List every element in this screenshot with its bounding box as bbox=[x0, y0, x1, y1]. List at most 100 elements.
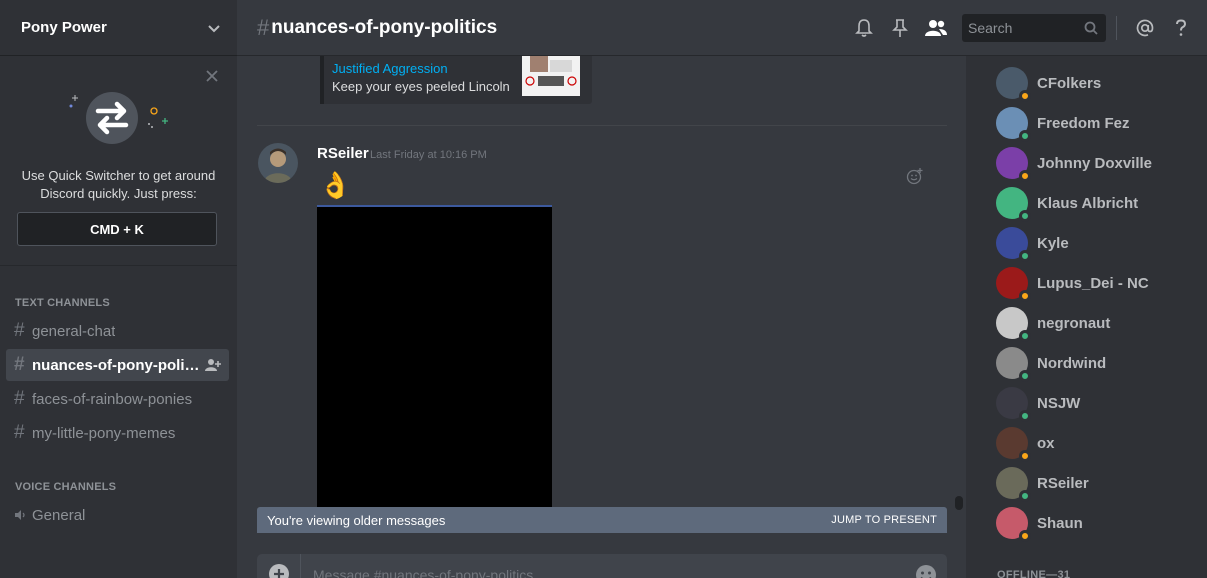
member-name: Freedom Fez bbox=[1037, 114, 1130, 132]
older-messages-bar: You're viewing older messages JUMP TO PR… bbox=[257, 507, 947, 533]
close-icon[interactable] bbox=[205, 69, 219, 83]
avatar bbox=[996, 507, 1031, 542]
category-voice-channels[interactable]: VOICE CHANNELS bbox=[0, 481, 116, 493]
speaker-icon bbox=[15, 510, 25, 520]
avatar bbox=[996, 147, 1031, 182]
pin-icon[interactable] bbox=[888, 16, 912, 40]
upload-button[interactable] bbox=[257, 554, 301, 578]
member-item[interactable]: Johnny Doxville bbox=[996, 146, 1153, 182]
channel-item-nuances-of-pony-politics[interactable]: # nuances-of-pony-politi... bbox=[6, 349, 229, 381]
member-item[interactable]: Lupus_Dei - NC bbox=[996, 266, 1149, 302]
channel-title: nuances-of-pony-politics bbox=[271, 16, 498, 38]
chat-scrollbar[interactable] bbox=[954, 56, 964, 531]
channel-label: faces-of-rainbow-ponies bbox=[32, 390, 193, 408]
avatar[interactable] bbox=[258, 143, 298, 183]
member-name: CFolkers bbox=[1037, 74, 1102, 92]
status-indicator bbox=[1019, 490, 1031, 502]
status-indicator bbox=[1019, 330, 1031, 342]
toolbar-divider bbox=[1116, 16, 1117, 40]
member-item[interactable]: CFolkers bbox=[996, 66, 1102, 102]
member-item[interactable]: Shaun bbox=[996, 506, 1083, 542]
embed-description: Keep your eyes peeled Lincoln bbox=[332, 79, 510, 94]
status-indicator bbox=[1019, 90, 1031, 102]
avatar bbox=[996, 227, 1031, 262]
help-icon[interactable] bbox=[1169, 16, 1193, 40]
hash-icon: # bbox=[14, 422, 25, 443]
message-timestamp: Last Friday at 10:16 PM bbox=[370, 149, 487, 161]
add-reaction-icon[interactable] bbox=[906, 167, 924, 185]
channel-item-my-little-pony-memes[interactable]: # my-little-pony-memes bbox=[6, 417, 229, 449]
search-box[interactable] bbox=[962, 14, 1106, 42]
member-name: Johnny Doxville bbox=[1037, 154, 1153, 172]
message-input[interactable] bbox=[301, 567, 881, 578]
channel-sidebar: Pony Power Use Quick Switcher to get aro… bbox=[0, 0, 237, 578]
status-indicator bbox=[1019, 450, 1031, 462]
member-name: negronaut bbox=[1037, 314, 1111, 332]
member-name: Lupus_Dei - NC bbox=[1037, 274, 1149, 292]
message-composer bbox=[257, 554, 947, 578]
message-author[interactable]: RSeiler bbox=[317, 145, 369, 162]
member-item[interactable]: RSeiler bbox=[996, 466, 1089, 502]
switch-arrows-icon bbox=[69, 92, 168, 144]
hash-icon: # bbox=[257, 14, 270, 40]
member-name: NSJW bbox=[1037, 394, 1081, 412]
member-item[interactable]: Freedom Fez bbox=[996, 106, 1130, 142]
channel-label: general-chat bbox=[32, 322, 116, 340]
member-name: ox bbox=[1037, 434, 1055, 452]
server-name: Pony Power bbox=[21, 19, 107, 36]
plus-circle-icon bbox=[268, 564, 289, 578]
member-item[interactable]: Klaus Albricht bbox=[996, 186, 1138, 222]
status-indicator bbox=[1019, 530, 1031, 542]
message-divider bbox=[257, 125, 947, 126]
chevron-down-icon[interactable] bbox=[207, 21, 221, 35]
quick-switcher-shortcut-button[interactable]: CMD + K bbox=[17, 212, 217, 246]
member-item[interactable]: negronaut bbox=[996, 306, 1111, 342]
avatar bbox=[996, 107, 1031, 142]
member-name: RSeiler bbox=[1037, 474, 1089, 492]
member-item[interactable]: Nordwind bbox=[996, 346, 1107, 382]
status-indicator bbox=[1019, 370, 1031, 382]
member-item[interactable]: NSJW bbox=[996, 386, 1081, 422]
search-input[interactable] bbox=[968, 20, 1068, 36]
status-indicator bbox=[1019, 410, 1031, 422]
emoji-picker-icon[interactable] bbox=[915, 564, 937, 578]
member-list: CFolkers Freedom Fez Johnny Doxville Klaus … bbox=[966, 56, 1207, 578]
scrollbar-thumb[interactable] bbox=[955, 496, 963, 510]
status-indicator bbox=[1019, 170, 1031, 182]
mentions-icon[interactable] bbox=[1133, 16, 1157, 40]
avatar bbox=[996, 67, 1031, 102]
channel-item-general-chat[interactable]: # general-chat bbox=[6, 315, 229, 347]
avatar bbox=[996, 307, 1031, 342]
avatar bbox=[996, 427, 1031, 462]
search-icon bbox=[1084, 21, 1098, 35]
status-indicator bbox=[1019, 130, 1031, 142]
quick-switcher-text: Use Quick Switcher to get around Discord… bbox=[21, 168, 216, 201]
avatar bbox=[996, 387, 1031, 422]
status-indicator bbox=[1019, 210, 1031, 222]
category-text-channels[interactable]: TEXT CHANNELS bbox=[0, 297, 110, 309]
add-member-icon[interactable] bbox=[205, 358, 221, 372]
older-messages-text: You're viewing older messages bbox=[267, 512, 446, 528]
status-indicator bbox=[1019, 290, 1031, 302]
jump-to-present-button[interactable]: JUMP TO PRESENT bbox=[831, 514, 937, 526]
server-header[interactable]: Pony Power bbox=[0, 0, 237, 56]
hash-icon: # bbox=[14, 354, 25, 375]
member-name: Nordwind bbox=[1037, 354, 1107, 372]
status-indicator bbox=[1019, 250, 1031, 262]
voice-channel-general[interactable]: General bbox=[6, 499, 229, 531]
avatar bbox=[996, 467, 1031, 502]
embed-title-link[interactable]: Justified Aggression bbox=[332, 61, 448, 76]
offline-category: OFFLINE—31 bbox=[997, 569, 1071, 578]
channel-label: nuances-of-pony-politi... bbox=[32, 356, 202, 374]
header-toolbar bbox=[846, 0, 1207, 56]
member-list-icon[interactable] bbox=[924, 16, 948, 40]
member-item[interactable]: ox bbox=[996, 426, 1055, 462]
member-item[interactable]: Kyle bbox=[996, 226, 1069, 262]
notification-bell-icon[interactable] bbox=[852, 16, 876, 40]
member-name: Shaun bbox=[1037, 514, 1083, 532]
channel-item-faces-of-rainbow-ponies[interactable]: # faces-of-rainbow-ponies bbox=[6, 383, 229, 415]
avatar bbox=[996, 267, 1031, 302]
message-image-attachment[interactable] bbox=[317, 205, 552, 510]
embed-thumbnail[interactable] bbox=[522, 56, 580, 96]
hash-icon: # bbox=[14, 320, 25, 341]
